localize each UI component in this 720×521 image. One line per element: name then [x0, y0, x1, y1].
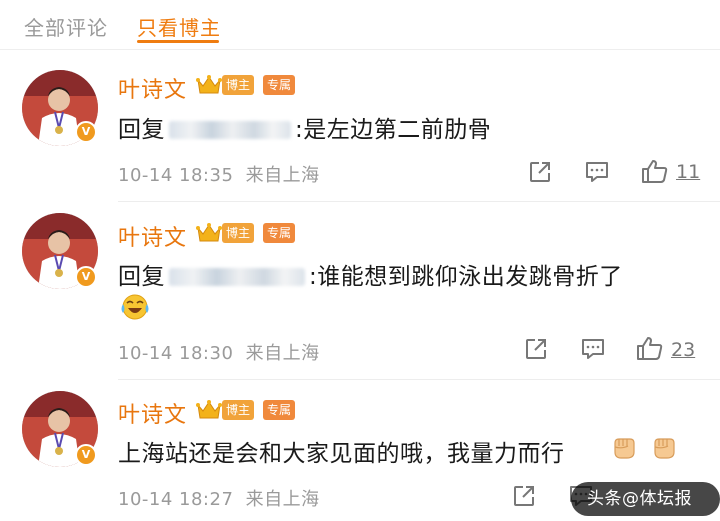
column-badge: 专属: [263, 223, 296, 243]
like-count[interactable]: 23: [671, 339, 695, 361]
crown-icon: [196, 75, 222, 94]
toutiao-watermark: 头条@体坛报: [571, 482, 720, 516]
share-icon[interactable]: [528, 160, 552, 184]
comment-body: 上海站还是会和大家见面的哦，我量力而行: [118, 441, 565, 467]
redacted-username: [169, 121, 291, 139]
column-badge: 专属: [263, 400, 296, 420]
comment-body: :谁能想到跳仰泳出发跳骨折了: [309, 264, 623, 290]
active-tab-indicator: [137, 40, 219, 43]
comment-divider: [118, 201, 720, 202]
comment-body: :是左边第二前肋骨: [295, 117, 492, 143]
comment-filter-tabs: 全部评论 只看博主: [0, 0, 720, 50]
share-icon[interactable]: [524, 337, 548, 361]
username[interactable]: 叶诗文: [118, 72, 187, 104]
reply-prefix: 回复: [118, 117, 165, 143]
like-count[interactable]: 11: [676, 161, 700, 183]
comment-divider: [118, 379, 720, 380]
comment-meta: 10-14 18:30 来自上海: [118, 339, 320, 365]
blogger-badge: 博主: [222, 223, 255, 243]
comment-meta: 10-14 18:35 来自上海: [118, 161, 320, 187]
comment-text: 回复 :是左边第二前肋骨: [118, 110, 491, 144]
crown-icon: [196, 400, 222, 419]
blogger-badge: 博主: [222, 400, 255, 420]
comment-icon[interactable]: [580, 337, 606, 361]
username[interactable]: 叶诗文: [118, 220, 187, 252]
thumbs-up-icon[interactable]: [641, 158, 669, 184]
tab-blogger-only[interactable]: 只看博主: [137, 12, 221, 41]
tab-all-comments[interactable]: 全部评论: [24, 12, 108, 41]
laugh-cry-emoji-icon: [121, 294, 149, 320]
comment-icon[interactable]: [584, 160, 610, 184]
blogger-badge: 博主: [222, 75, 255, 95]
thumbs-up-icon[interactable]: [636, 335, 664, 361]
crown-icon: [196, 223, 222, 242]
reply-prefix: 回复: [118, 264, 165, 290]
username[interactable]: 叶诗文: [118, 397, 187, 429]
share-icon[interactable]: [512, 484, 536, 508]
fist-emoji-icon: [614, 438, 635, 459]
fist-emoji-icon: [654, 438, 675, 459]
verified-v-icon: V: [75, 444, 97, 466]
verified-v-icon: V: [75, 266, 97, 288]
timestamp: 10-14 18:35: [118, 165, 234, 186]
timestamp: 10-14 18:30: [118, 343, 234, 364]
location: 来自上海: [245, 343, 320, 364]
location: 来自上海: [245, 489, 320, 510]
timestamp: 10-14 18:27: [118, 489, 234, 510]
location: 来自上海: [245, 165, 320, 186]
column-badge: 专属: [263, 75, 296, 95]
comment-meta: 10-14 18:27 来自上海: [118, 485, 320, 511]
comment-text: 回复 :谁能想到跳仰泳出发跳骨折了: [118, 257, 623, 291]
verified-v-icon: V: [75, 121, 97, 143]
comment-text: 上海站还是会和大家见面的哦，我量力而行: [118, 434, 565, 468]
redacted-username: [169, 268, 305, 286]
